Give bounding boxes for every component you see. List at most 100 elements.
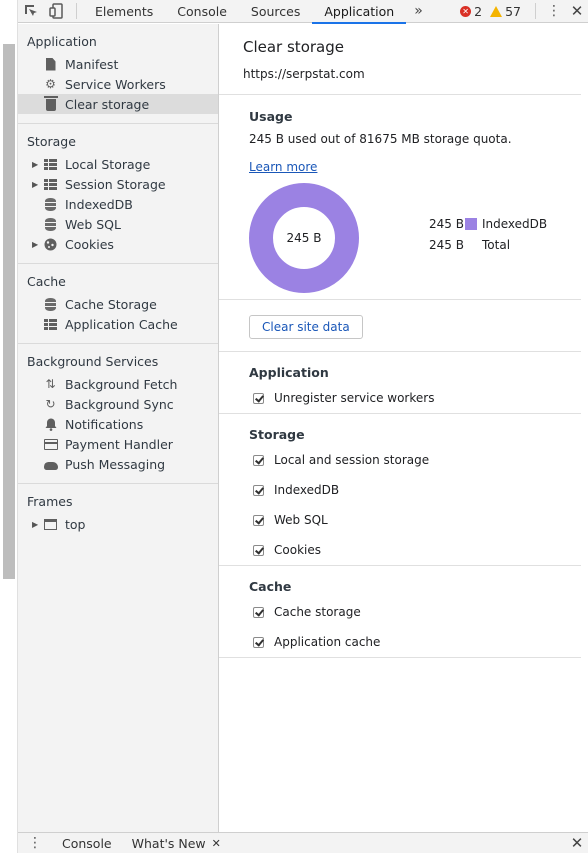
usage-summary: 245 B used out of 81675 MB storage quota… (249, 132, 512, 146)
sidebar-section-title: Application (27, 34, 97, 49)
checkbox-checked[interactable] (253, 544, 264, 556)
application-options-section: Application Unregister service workers (219, 352, 581, 414)
option-cache-storage[interactable]: Cache storage (249, 597, 581, 627)
storage-options-section: Storage Local and session storage Indexe… (219, 414, 581, 566)
origin-url: https://serpstat.com (243, 67, 365, 81)
option-application-cache[interactable]: Application cache (249, 627, 581, 657)
checkbox-checked[interactable] (253, 484, 264, 496)
option-local-session-storage[interactable]: Local and session storage (249, 445, 581, 475)
section-title: Storage (249, 427, 305, 442)
sidebar-item-indexeddb[interactable]: IndexedDB (18, 194, 218, 214)
sidebar-item-label: IndexedDB (65, 196, 133, 212)
tab-application[interactable]: Application (312, 0, 407, 24)
usage-chart: 245 B 245 B IndexedDB 245 B Total (249, 174, 581, 299)
usage-legend: 245 B IndexedDB 245 B Total (429, 213, 547, 255)
drawer-tab-console[interactable]: Console (52, 836, 122, 851)
table-icon (42, 317, 59, 331)
close-drawer-button[interactable]: ✕ (566, 834, 588, 852)
expand-arrow-icon[interactable]: ▶ (32, 520, 42, 529)
sidebar-item-label: Service Workers (65, 76, 166, 92)
sidebar-item-session-storage[interactable]: ▶ Session Storage (18, 174, 218, 194)
sidebar-item-cache-storage[interactable]: Cache Storage (18, 294, 218, 314)
clear-button-row: Clear site data (219, 300, 581, 352)
sidebar-item-service-workers[interactable]: ⚙ Service Workers (18, 74, 218, 94)
more-tabs-button[interactable]: » (406, 3, 431, 19)
drawer-tab-whats-new[interactable]: What's New ✕ (122, 836, 231, 851)
tab-sources[interactable]: Sources (239, 0, 312, 23)
tab-console[interactable]: Console (165, 0, 239, 23)
sidebar-item-push-messaging[interactable]: Push Messaging (18, 454, 218, 474)
left-scrollbar[interactable] (0, 0, 18, 853)
clear-site-data-button[interactable]: Clear site data (249, 315, 363, 339)
close-tab-icon[interactable]: ✕ (212, 837, 221, 850)
customize-menu-icon[interactable]: ⋮ (542, 3, 566, 19)
credit-card-icon (42, 437, 59, 451)
option-unregister-service-workers[interactable]: Unregister service workers (249, 383, 581, 413)
usage-section: Usage 245 B used out of 81675 MB storage… (219, 95, 581, 300)
toolbar-divider (535, 3, 536, 19)
option-label: Local and session storage (274, 453, 430, 467)
checkbox-checked[interactable] (253, 514, 264, 526)
sidebar-item-notifications[interactable]: Notifications (18, 414, 218, 434)
checkbox-checked[interactable] (253, 392, 264, 404)
scrollbar-thumb[interactable] (3, 44, 15, 579)
sidebar-item-application-cache[interactable]: Application Cache (18, 314, 218, 334)
drawer-tab-label: What's New (131, 835, 206, 851)
sidebar-item-manifest[interactable]: Manifest (18, 54, 218, 74)
cloud-icon (42, 457, 59, 471)
legend-swatch (465, 217, 477, 230)
sidebar-item-payment-handler[interactable]: Payment Handler (18, 434, 218, 454)
sidebar-item-label: Payment Handler (65, 436, 173, 452)
option-label: Application cache (274, 635, 381, 649)
expand-arrow-icon[interactable]: ▶ (32, 240, 42, 249)
option-label: Cookies (274, 543, 321, 557)
checkbox-checked[interactable] (253, 636, 264, 648)
sidebar-item-cookies[interactable]: ▶ Cookies (18, 234, 218, 254)
option-web-sql[interactable]: Web SQL (249, 505, 581, 535)
sidebar: Application Manifest ⚙ Service Workers C… (18, 24, 219, 832)
inspect-element-icon[interactable] (18, 0, 44, 22)
errors-badge[interactable]: ✕ 2 (460, 4, 482, 19)
sidebar-item-local-storage[interactable]: ▶ Local Storage (18, 154, 218, 174)
clear-storage-panel: Clear storage https://serpstat.com Usage… (219, 24, 581, 832)
option-label: Cache storage (274, 605, 361, 619)
gear-icon: ⚙ (45, 77, 56, 91)
checkbox-checked[interactable] (253, 606, 264, 618)
section-title: Cache (249, 579, 292, 594)
sidebar-section-application: Application Manifest ⚙ Service Workers C… (18, 24, 218, 124)
device-toolbar-icon[interactable] (44, 0, 70, 22)
legend-row-indexeddb: 245 B IndexedDB (429, 213, 547, 234)
bell-icon (42, 417, 59, 431)
sidebar-item-label: Background Sync (65, 396, 174, 412)
error-count: 2 (474, 3, 483, 19)
tab-elements[interactable]: Elements (83, 0, 165, 23)
warnings-badge[interactable]: 57 (490, 4, 521, 19)
sidebar-section-title: Storage (27, 134, 76, 149)
cookie-icon (42, 237, 59, 251)
sidebar-section-title: Cache (27, 274, 66, 289)
learn-more-link[interactable]: Learn more (249, 160, 317, 174)
legend-label: IndexedDB (482, 216, 548, 231)
drawer-tab-label: Console (62, 835, 112, 851)
expand-arrow-icon[interactable]: ▶ (32, 180, 42, 189)
sidebar-item-top-frame[interactable]: ▶ top (18, 514, 218, 534)
sync-icon: ↻ (45, 397, 56, 411)
warning-count: 57 (505, 3, 521, 19)
sidebar-item-label: Background Fetch (65, 376, 178, 392)
donut-center-label: 245 B (286, 231, 322, 245)
expand-arrow-icon[interactable]: ▶ (32, 160, 42, 169)
legend-value: 245 B (429, 237, 464, 252)
option-indexeddb[interactable]: IndexedDB (249, 475, 581, 505)
database-icon (42, 297, 59, 311)
sidebar-item-background-fetch[interactable]: ⇅ Background Fetch (18, 374, 218, 394)
sidebar-item-clear-storage[interactable]: Clear storage (18, 94, 218, 114)
drawer-menu-icon[interactable]: ⋮ (18, 835, 52, 851)
sidebar-item-label: Cache Storage (65, 296, 157, 312)
sidebar-item-web-sql[interactable]: Web SQL (18, 214, 218, 234)
main-scrollbar[interactable] (581, 24, 588, 832)
close-devtools-button[interactable]: ✕ (566, 2, 588, 20)
checkbox-checked[interactable] (253, 454, 264, 466)
sidebar-item-background-sync[interactable]: ↻ Background Sync (18, 394, 218, 414)
option-cookies[interactable]: Cookies (249, 535, 581, 565)
sidebar-section-cache: Cache Cache Storage Application Cache (18, 264, 218, 344)
